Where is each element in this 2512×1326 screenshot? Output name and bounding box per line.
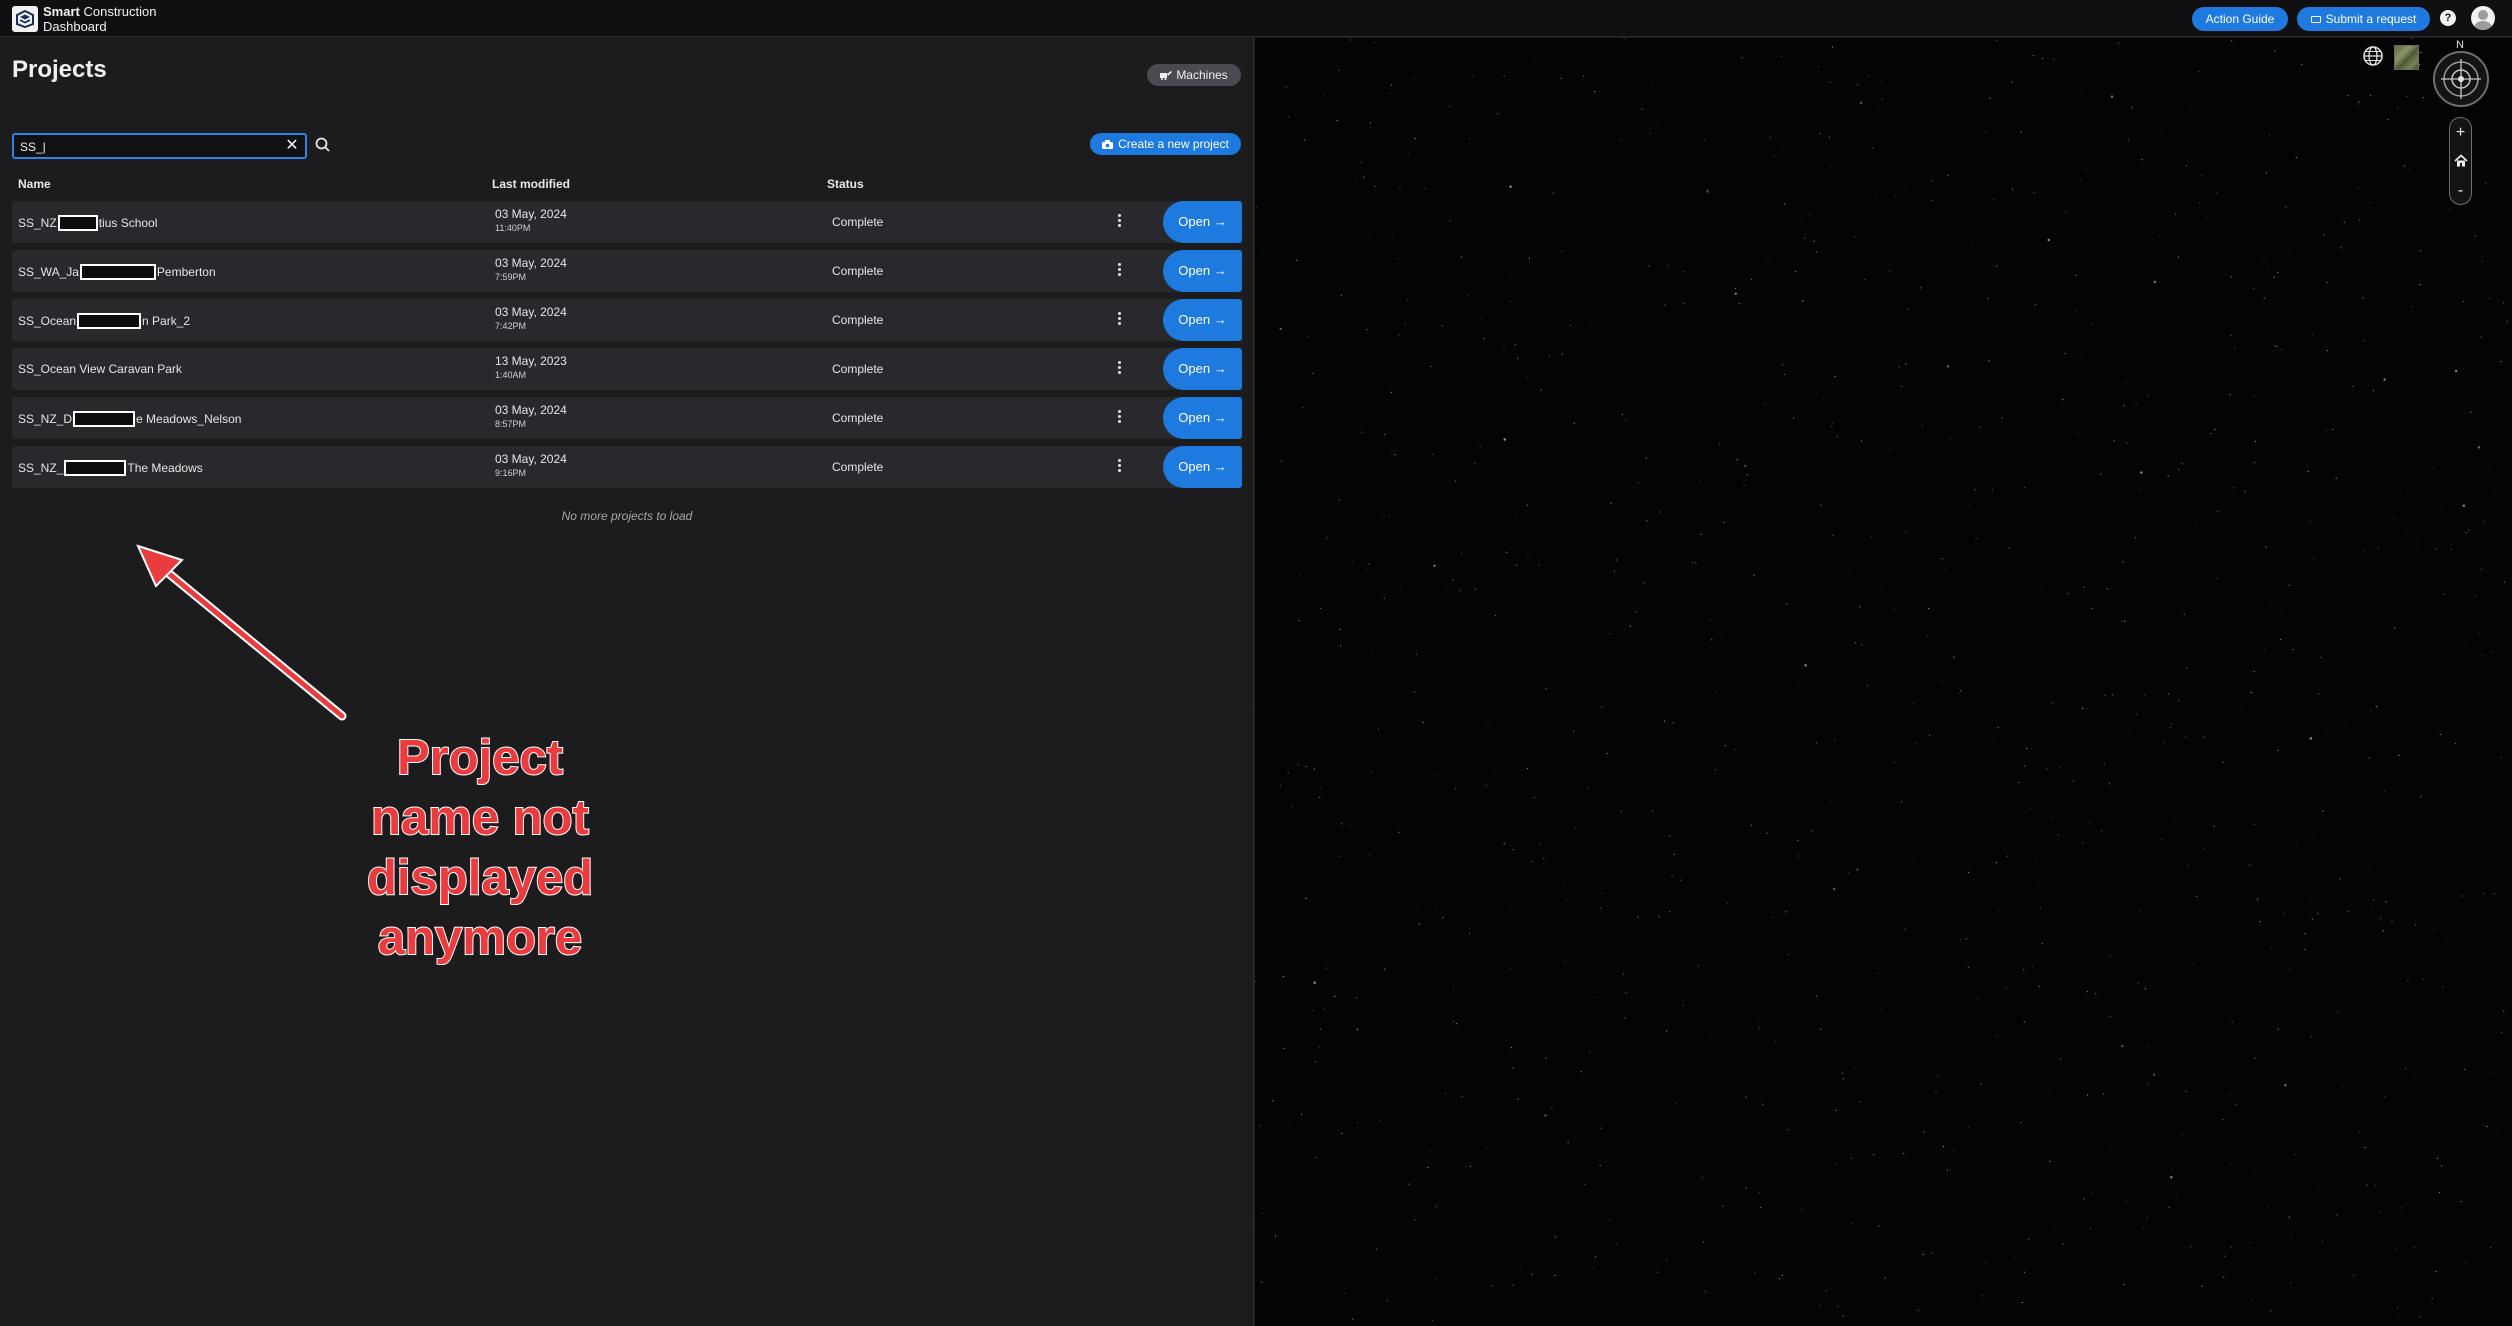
logo-icon[interactable] — [12, 6, 38, 32]
more-options-icon[interactable] — [1115, 409, 1123, 427]
redaction-box — [64, 460, 127, 476]
create-project-button[interactable]: Create a new project — [1090, 133, 1241, 155]
map-view[interactable] — [1255, 38, 2512, 1326]
status-text: Complete — [832, 411, 884, 425]
redaction-box — [73, 411, 136, 427]
last-modified-time: 11:40PM — [495, 223, 531, 233]
machines-button[interactable]: Machines — [1147, 64, 1241, 86]
column-header-name[interactable]: Name — [18, 177, 51, 191]
help-icon[interactable]: ? — [2440, 10, 2456, 26]
project-name: SS_NZ_ The Meadows — [18, 460, 203, 476]
no-more-projects-text: No more projects to load — [561, 509, 693, 523]
last-modified-time: 1:40AM — [495, 370, 527, 380]
avatar[interactable] — [2471, 6, 2495, 30]
open-project-button[interactable]: Open → — [1163, 446, 1242, 488]
more-options-icon[interactable] — [1115, 360, 1123, 378]
more-options-icon[interactable] — [1115, 262, 1123, 280]
redaction-box — [77, 313, 142, 329]
open-project-button[interactable]: Open → — [1163, 397, 1242, 439]
project-name: SS_NZ_D e Meadows_Nelson — [18, 411, 242, 427]
redaction-box — [79, 264, 156, 280]
column-header-status[interactable]: Status — [827, 177, 864, 191]
annotation-text: Project name not displayed anymore — [366, 730, 594, 966]
search-input[interactable] — [20, 138, 275, 156]
status-text: Complete — [832, 264, 884, 278]
action-guide-button[interactable]: Action Guide — [2192, 7, 2288, 31]
project-name: SS_Ocean View Caravan Park — [18, 362, 182, 376]
table-row[interactable]: SS_Ocean n Park_2 03 May, 2024 7:42PM Comple… — [12, 299, 1242, 341]
table-row[interactable]: SS_NZ_D e Meadows_Nelson 03 May, 2024 8:57P… — [12, 397, 1242, 439]
clear-search-icon[interactable]: ✕ — [283, 137, 301, 155]
status-text: Complete — [832, 362, 884, 376]
more-options-icon[interactable] — [1115, 458, 1123, 476]
column-header-last-modified[interactable]: Last modified — [492, 177, 570, 191]
satellite-layer-icon[interactable] — [2394, 45, 2419, 70]
annotation-arrow — [136, 544, 347, 721]
open-project-button[interactable]: Open → — [1163, 250, 1242, 292]
last-modified-time: 9:16PM — [495, 468, 527, 478]
brand-name: Smart Construction Dashboard — [43, 4, 157, 34]
last-modified-time: 8:57PM — [495, 419, 527, 429]
zoom-controls: + - — [2449, 117, 2472, 205]
projects-panel: Projects Machines ✕ Create a new project… — [0, 38, 1254, 1326]
home-icon[interactable] — [2450, 147, 2471, 176]
table-row[interactable]: SS_NZ_ The Meadows 03 May, 2024 9:16PM Compl… — [12, 446, 1242, 488]
open-project-button[interactable]: Open → — [1163, 299, 1242, 341]
last-modified-date: 03 May, 2024 — [495, 403, 567, 417]
more-options-icon[interactable] — [1115, 311, 1123, 329]
machine-icon — [1160, 71, 1173, 80]
more-options-icon[interactable] — [1115, 213, 1123, 231]
page-title: Projects — [12, 56, 107, 83]
last-modified-date: 03 May, 2024 — [495, 452, 567, 466]
last-modified-date: 03 May, 2024 — [495, 207, 567, 221]
project-name: SS_NZ tius School — [18, 215, 158, 231]
search-field[interactable]: ✕ — [12, 133, 307, 159]
table-row[interactable]: SS_WA_Ja Pemberton 03 May, 2024 7:59PM Compl… — [12, 250, 1242, 292]
top-bar: Smart Construction Dashboard Action Guid… — [0, 0, 2512, 37]
table-row[interactable]: SS_Ocean View Caravan Park 13 May, 2023 1:… — [12, 348, 1242, 390]
status-text: Complete — [832, 460, 884, 474]
open-project-button[interactable]: Open → — [1163, 348, 1242, 390]
search-icon[interactable] — [312, 134, 334, 156]
project-name: SS_WA_Ja Pemberton — [18, 264, 216, 280]
zoom-in-button[interactable]: + — [2450, 118, 2471, 147]
redaction-box — [57, 215, 98, 231]
table-row[interactable]: SS_NZ tius School 03 May, 2024 11:40PM Compl… — [12, 201, 1242, 243]
camera-icon — [1102, 140, 1114, 149]
submit-request-button[interactable]: Submit a request — [2297, 7, 2430, 31]
globe-icon[interactable] — [2362, 45, 2384, 67]
mail-icon — [2310, 16, 2321, 23]
last-modified-date: 03 May, 2024 — [495, 256, 567, 270]
compass-icon[interactable] — [2433, 51, 2489, 107]
zoom-out-button[interactable]: - — [2450, 176, 2471, 205]
last-modified-date: 13 May, 2023 — [495, 354, 567, 368]
last-modified-time: 7:42PM — [495, 321, 527, 331]
open-project-button[interactable]: Open → — [1163, 201, 1242, 243]
last-modified-date: 03 May, 2024 — [495, 305, 567, 319]
last-modified-time: 7:59PM — [495, 272, 527, 282]
status-text: Complete — [832, 215, 884, 229]
north-label: N — [2456, 39, 2464, 51]
project-name: SS_Ocean n Park_2 — [18, 313, 191, 329]
status-text: Complete — [832, 313, 884, 327]
map-background — [1255, 38, 2508, 1322]
